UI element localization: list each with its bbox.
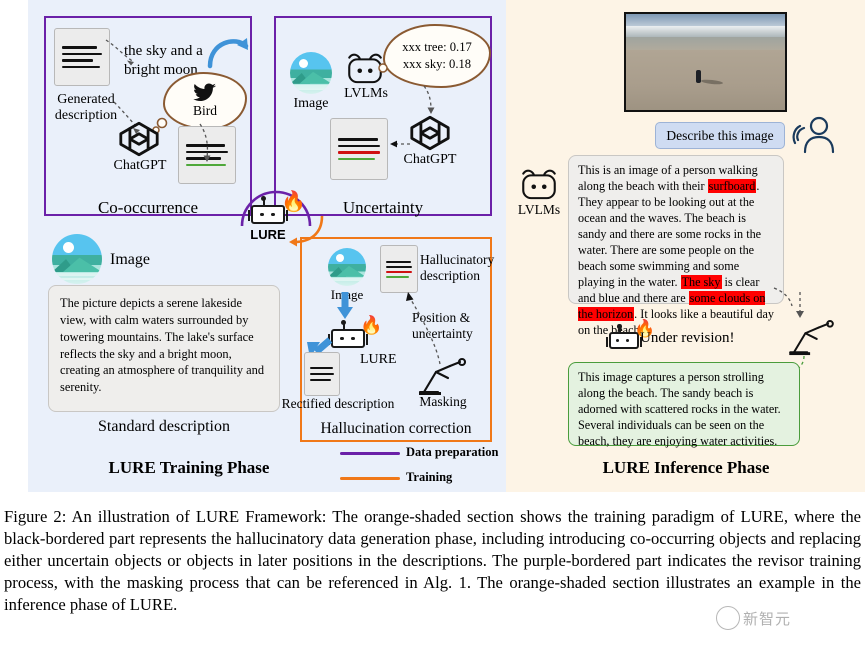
orange-arrow-to-correction — [289, 215, 324, 247]
standard-description-caption: Standard description — [98, 418, 230, 435]
chatgpt-label-uncertainty: ChatGPT — [403, 152, 457, 167]
legend-line-data-preparation — [340, 452, 400, 455]
user-silhouette-icon — [792, 116, 835, 154]
figure-2: Generated description the sky and a bright… — [0, 0, 865, 654]
chatgpt-logo-icon-uncertainty — [410, 115, 450, 151]
under-revision-label: Under revision! — [640, 330, 735, 346]
lvlm-robot-head-icon-inference — [522, 169, 556, 200]
image-label-uncertainty: Image — [293, 96, 329, 111]
revised-description-box: This image captures a person strolling a… — [568, 362, 800, 448]
revised-description-text: This image captures a person strolling a… — [578, 370, 781, 448]
highlighted-hallucination: The sky — [680, 274, 722, 289]
flame-icon-lure-center: 🔥 — [281, 191, 306, 213]
lvlm-reply-bubble: This is an image of a person walking alo… — [568, 155, 784, 337]
legend-label-data-preparation: Data preparation — [406, 445, 499, 459]
image-thumbnail-standard — [52, 234, 102, 284]
lvlms-label-inference: LVLMs — [517, 202, 561, 217]
legend-label-training: Training — [406, 470, 453, 484]
dotted-arrow-chatgpt-to-doc — [390, 140, 410, 148]
beach-photo — [624, 12, 787, 112]
legend-line-training — [340, 477, 400, 480]
inference-phase-title: LURE Inference Phase — [602, 458, 770, 477]
lvlm-reply-text: This is an image of a person walking alo… — [578, 163, 774, 337]
uncertainty-score-line-1: xxx tree: 0.17 — [402, 40, 472, 55]
chatgpt-label-cooccurrence: ChatGPT — [113, 158, 167, 173]
masking-label: Masking — [419, 394, 467, 409]
watermark: 新智元 — [716, 603, 840, 633]
image-thumbnail-uncertainty — [290, 52, 332, 94]
dotted-arrow-cloud-to-doc — [199, 123, 211, 162]
rectified-description-label: Rectified description — [281, 396, 395, 411]
blue-arrow-down-correction — [337, 292, 353, 319]
standard-description-box: The picture depicts a serene lakeside vi… — [48, 285, 280, 412]
watermark-logo-icon — [716, 606, 740, 630]
lure-label-correction: LURE — [360, 352, 397, 367]
hallucinatory-description-label: Hallucinatory description — [420, 252, 495, 284]
standard-description-text: The picture depicts a serene lakeside vi… — [60, 296, 265, 395]
describe-button-label: Describe this image — [666, 127, 774, 143]
cloud-word-bird: Bird — [192, 103, 217, 118]
lvlms-label-uncertainty: LVLMs — [344, 86, 388, 101]
cloud-tail-uncertainty — [378, 63, 388, 73]
describe-this-image-button[interactable]: Describe this image — [655, 122, 785, 149]
chatgpt-logo-icon — [119, 121, 159, 157]
training-phase-title: LURE Training Phase — [108, 458, 270, 477]
document-icon-uncertainty-result — [330, 118, 388, 180]
uncertainty-scores-cloud: xxx tree: 0.17 xxx sky: 0.18 — [383, 24, 491, 88]
uncertainty-score-line-2: xxx sky: 0.18 — [402, 56, 472, 71]
dotted-arrow-masking-to-hallucinatory — [406, 292, 441, 365]
image-label-standard: Image — [110, 251, 150, 268]
robot-arm-icon-masking — [418, 357, 467, 395]
figure-caption: Figure 2: An illustration of LURE Framew… — [4, 507, 861, 615]
flame-icon-lure-correction: 🔥 — [360, 315, 383, 335]
document-icon-generated-description — [54, 28, 110, 86]
highlighted-hallucination: surfboard — [707, 178, 757, 193]
hallucination-correction-box-label: Hallucination correction — [320, 420, 472, 437]
dotted-arrow-reply-to-arm — [773, 287, 793, 307]
document-icon-rectified — [304, 352, 340, 396]
image-thumbnail-correction — [328, 248, 366, 286]
co-occurrence-box-label: Co-occurrence — [97, 198, 199, 217]
watermark-text: 新智元 — [743, 610, 792, 628]
twitter-bird-icon — [193, 83, 216, 101]
document-icon-hallucinatory — [380, 245, 418, 293]
blue-curved-arrow — [207, 38, 249, 69]
